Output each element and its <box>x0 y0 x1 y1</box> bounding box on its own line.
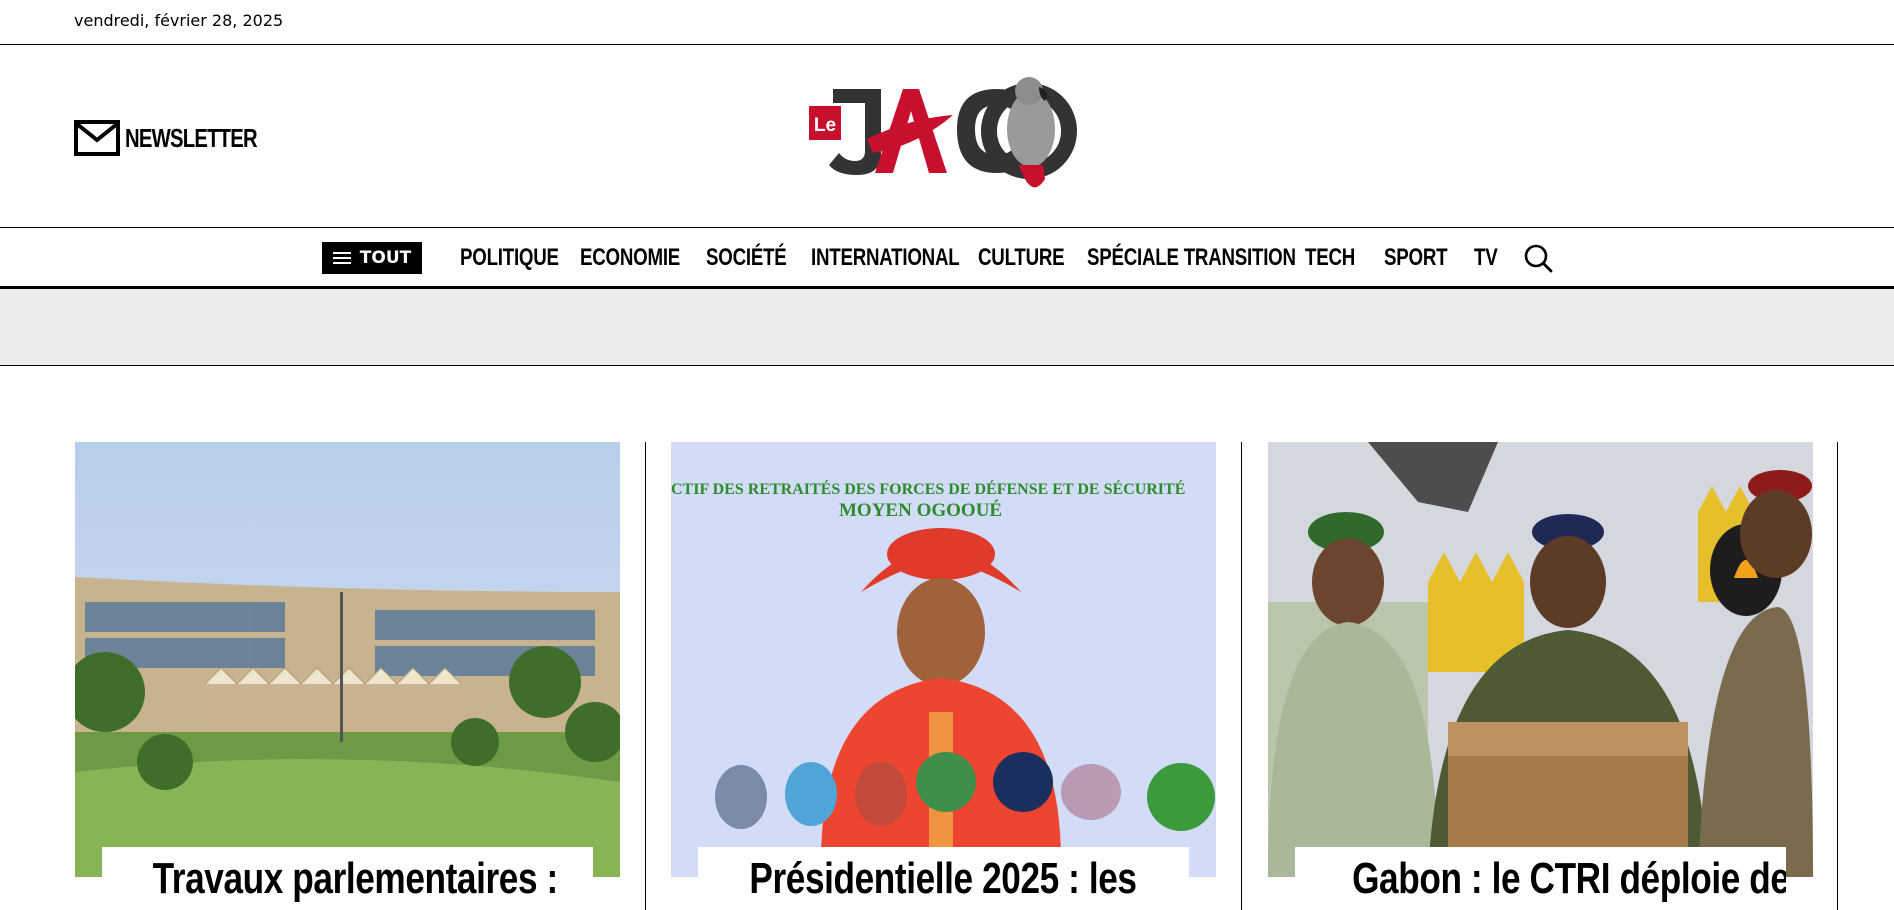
column-divider <box>645 442 646 910</box>
nav-item-economie[interactable]: ECONOMIE <box>580 244 680 272</box>
nav-item-sport[interactable]: SPORT <box>1384 244 1448 272</box>
search-icon[interactable] <box>1523 243 1553 273</box>
article-image[interactable] <box>1268 442 1813 877</box>
article-image[interactable]: CTIF DES RETRAITÉS DES FORCES DE DÉFENSE… <box>671 442 1216 877</box>
nav-item-societe[interactable]: SOCIÉTÉ <box>706 244 787 272</box>
site-logo[interactable]: Le <box>807 69 1079 203</box>
nav-item-tech[interactable]: TECH <box>1305 244 1355 272</box>
top-bar: vendredi, février 28, 2025 <box>0 0 1894 45</box>
all-menu-button[interactable]: TOUT <box>322 242 422 274</box>
column-divider <box>1837 442 1838 910</box>
article-title-box: Gabon : le CTRI déploie des <box>1295 847 1786 910</box>
article-image[interactable] <box>75 442 620 877</box>
article-title-box: Travaux parlementaires : <box>102 847 593 910</box>
article-card[interactable]: Travaux parlementaires : <box>75 442 620 910</box>
banner-subtext: MOYEN OGOOUÉ <box>839 499 1002 521</box>
nav-item-culture[interactable]: CULTURE <box>978 244 1065 272</box>
hamburger-icon <box>332 252 351 264</box>
article-title-box: Présidentielle 2025 : les <box>698 847 1189 910</box>
current-date: vendredi, février 28, 2025 <box>74 11 284 30</box>
main-navigation: TOUT POLITIQUE ECONOMIE SOCIÉTÉ INTERNAT… <box>0 228 1894 289</box>
envelope-icon <box>74 120 120 156</box>
site-header: NEWSLETTER Le <box>0 45 1894 228</box>
logo-prefix: Le <box>814 115 836 136</box>
article-title[interactable]: Gabon : le CTRI déploie des <box>1352 851 1786 907</box>
nav-item-politique[interactable]: POLITIQUE <box>460 244 559 272</box>
all-menu-label: TOUT <box>359 248 412 268</box>
newsletter-label: NEWSLETTER <box>125 122 258 153</box>
article-card[interactable]: CTIF DES RETRAITÉS DES FORCES DE DÉFENSE… <box>671 442 1216 910</box>
newsletter-link[interactable]: NEWSLETTER <box>74 118 294 158</box>
article-title[interactable]: Présidentielle 2025 : les <box>750 851 1138 907</box>
ad-banner-placeholder <box>0 289 1894 366</box>
article-title[interactable]: Travaux parlementaires : <box>153 851 559 907</box>
banner-text: CTIF DES RETRAITÉS DES FORCES DE DÉFENSE… <box>671 479 1185 498</box>
nav-item-speciale-transition[interactable]: SPÉCIALE TRANSITION <box>1087 244 1296 272</box>
nav-item-international[interactable]: INTERNATIONAL <box>811 244 960 272</box>
nav-item-tv[interactable]: TV <box>1474 244 1498 272</box>
article-card[interactable]: Gabon : le CTRI déploie des <box>1268 442 1813 910</box>
column-divider <box>1241 442 1242 910</box>
